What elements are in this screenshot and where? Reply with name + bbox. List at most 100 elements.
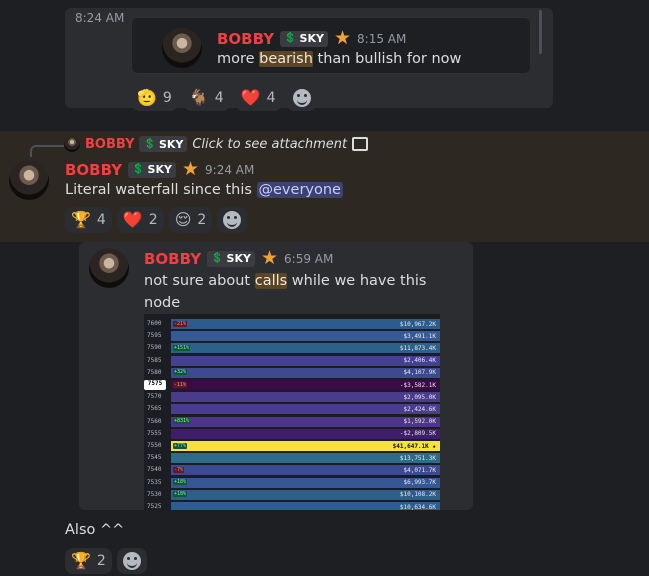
gex-value: $4,071.7K <box>403 466 436 474</box>
heatmap-row: 7570 $2,095.0K <box>144 392 440 403</box>
strike-price: 7570 <box>147 393 162 401</box>
heatmap-row: 7525 $10,634.6K <box>144 502 440 510</box>
heatmap-row: 7590 +151% $11,873.4K <box>144 343 440 354</box>
change-pill: +18% <box>173 479 188 486</box>
strike-price: 7600 <box>147 320 162 327</box>
embed-text: not sure about calls while we have this … <box>144 273 427 311</box>
role-tag: 💲 SKY <box>128 161 176 178</box>
heatmap-bar <box>171 367 440 378</box>
gex-value: $1,592.0K <box>403 418 436 426</box>
everyone-mention[interactable]: @everyone <box>256 182 343 198</box>
strike-price: 7550 <box>147 442 162 449</box>
embed-timestamp: 8:15 AM <box>357 31 407 46</box>
message-text: Also ^^ <box>65 522 125 538</box>
heatmap-row: 7565 $2,424.6K <box>144 404 440 415</box>
reaction-bar: 🏆 2 <box>65 548 147 574</box>
add-reaction-button[interactable] <box>116 548 147 574</box>
change-pill: -7% <box>173 466 185 473</box>
strike-price: 7555 <box>147 429 162 437</box>
gex-value: $3,491.1K <box>403 332 436 340</box>
trophy-emoji-icon: 🏆 <box>71 210 91 229</box>
message-text: Literal waterfall since this @everyone <box>65 182 343 198</box>
reaction-goat[interactable]: 🐐 4 <box>182 85 230 111</box>
heatmap-bar <box>171 477 440 488</box>
relieved-emoji-icon: 😌 <box>174 210 192 229</box>
heatmap-bar <box>171 404 440 415</box>
heatmap-row: 7545 $13,751.3K <box>144 453 440 464</box>
server-icon: 💲 <box>132 164 145 175</box>
strike-price: 7530 <box>147 490 162 498</box>
trophy-emoji-icon: 🏆 <box>71 551 91 570</box>
message-timestamp: 8:24 AM <box>75 11 125 25</box>
gex-value: $6,993.7K <box>403 479 436 487</box>
star-icon: ★ <box>260 247 279 269</box>
gex-value: $10,634.6K <box>399 503 436 511</box>
reaction-trophy[interactable]: 🏆 2 <box>65 548 112 574</box>
strike-price: 7595 <box>147 332 162 340</box>
heatmap-row: 7585 $2,406.4K <box>144 355 440 366</box>
reply-preview[interactable]: BOBBY 💲 SKY Click to see attachment <box>64 136 369 152</box>
gex-value: $2,406.4K <box>403 357 436 365</box>
reaction-heart[interactable]: ❤️ 2 <box>116 207 164 233</box>
role-tag: 💲 SKY <box>280 30 328 47</box>
author-name[interactable]: BOBBY <box>65 161 122 179</box>
heatmap-row: 7540 -7% $4,071.7K <box>144 465 440 476</box>
gex-value: $11,873.4K <box>399 344 436 352</box>
heatmap-row: 7530 +18% $10,108.2K <box>144 489 440 500</box>
embed-scrollbar[interactable] <box>539 10 542 54</box>
change-pill: -11% <box>173 381 188 388</box>
heart-emoji-icon: ❤️ <box>240 88 261 107</box>
gex-value: -$3,582.1K <box>399 381 436 389</box>
heatmap-row: 7580 +32% $4,107.9K <box>144 367 440 378</box>
strike-price: 7535 <box>147 478 162 486</box>
avatar[interactable] <box>9 160 49 200</box>
strike-price: 7540 <box>147 466 162 474</box>
gex-value: $10,108.2K <box>399 491 436 499</box>
add-reaction-icon <box>223 211 242 229</box>
add-reaction-button[interactable] <box>217 207 248 233</box>
author-name[interactable]: BOBBY <box>217 30 274 48</box>
add-reaction-button[interactable] <box>286 85 317 111</box>
heatmap-row: 7575 -11% -$3,582.1K <box>144 380 440 390</box>
reaction-heart[interactable]: ❤️ 4 <box>234 85 282 111</box>
reaction-relieved[interactable]: 😌 2 <box>168 207 213 233</box>
reply-role-tag: 💲 SKY <box>139 136 188 152</box>
author-name[interactable]: BOBBY <box>144 250 201 268</box>
reply-text: Click to see attachment <box>192 136 348 152</box>
gex-value: $10,967.2K <box>399 320 436 328</box>
heart-emoji-icon: ❤️ <box>122 210 143 229</box>
gex-value: $2,424.6K <box>403 405 436 413</box>
avatar[interactable] <box>162 28 202 68</box>
heatmap-row: 7535 +18% $6,993.7K <box>144 477 440 488</box>
gex-value: $13,751.3K <box>399 454 436 462</box>
gex-heatmap-image[interactable]: 7600 -21% $10,967.2K 7595 $3,491.1K 7590 +151%… <box>144 314 440 510</box>
heatmap-bar <box>171 392 440 403</box>
gex-value: -$2,809.5K <box>399 430 436 438</box>
reaction-trophy[interactable]: 🏆 4 <box>65 207 112 233</box>
change-pill: -21% <box>173 320 188 327</box>
role-tag: 💲 SKY <box>207 250 255 267</box>
change-pill: +32% <box>173 369 188 376</box>
change-pill: +77% <box>173 442 188 449</box>
heatmap-row: 7555 -$2,809.5K <box>144 428 440 439</box>
embed-author-row: BOBBY 💲 SKY ★ 8:15 AM <box>217 29 406 48</box>
heatmap-row: 7595 $3,491.1K <box>144 331 440 342</box>
change-pill: +151% <box>173 344 191 351</box>
reply-connector <box>30 145 64 157</box>
avatar[interactable] <box>89 248 129 288</box>
strike-price: 7585 <box>147 356 162 364</box>
gex-value: $41,647.1K ★ <box>392 442 436 450</box>
strike-price: 7525 <box>147 503 162 510</box>
current-price-badge: 7575 <box>144 380 166 390</box>
reaction-salute[interactable]: 🫡 9 <box>131 85 178 111</box>
reply-author[interactable]: BOBBY <box>85 137 134 152</box>
message-header: BOBBY 💲 SKY ★ 9:24 AM <box>65 160 254 179</box>
gex-value: $2,095.0K <box>403 393 436 401</box>
embed-author-row: BOBBY 💲 SKY ★ 6:59 AM <box>144 249 333 268</box>
server-icon: 💲 <box>143 138 156 150</box>
star-icon: ★ <box>181 158 200 180</box>
server-icon: 💲 <box>284 33 297 44</box>
reaction-bar: 🫡 9 🐐 4 ❤️ 4 <box>131 85 317 111</box>
strike-price: 7560 <box>147 417 162 425</box>
image-icon <box>352 137 369 151</box>
